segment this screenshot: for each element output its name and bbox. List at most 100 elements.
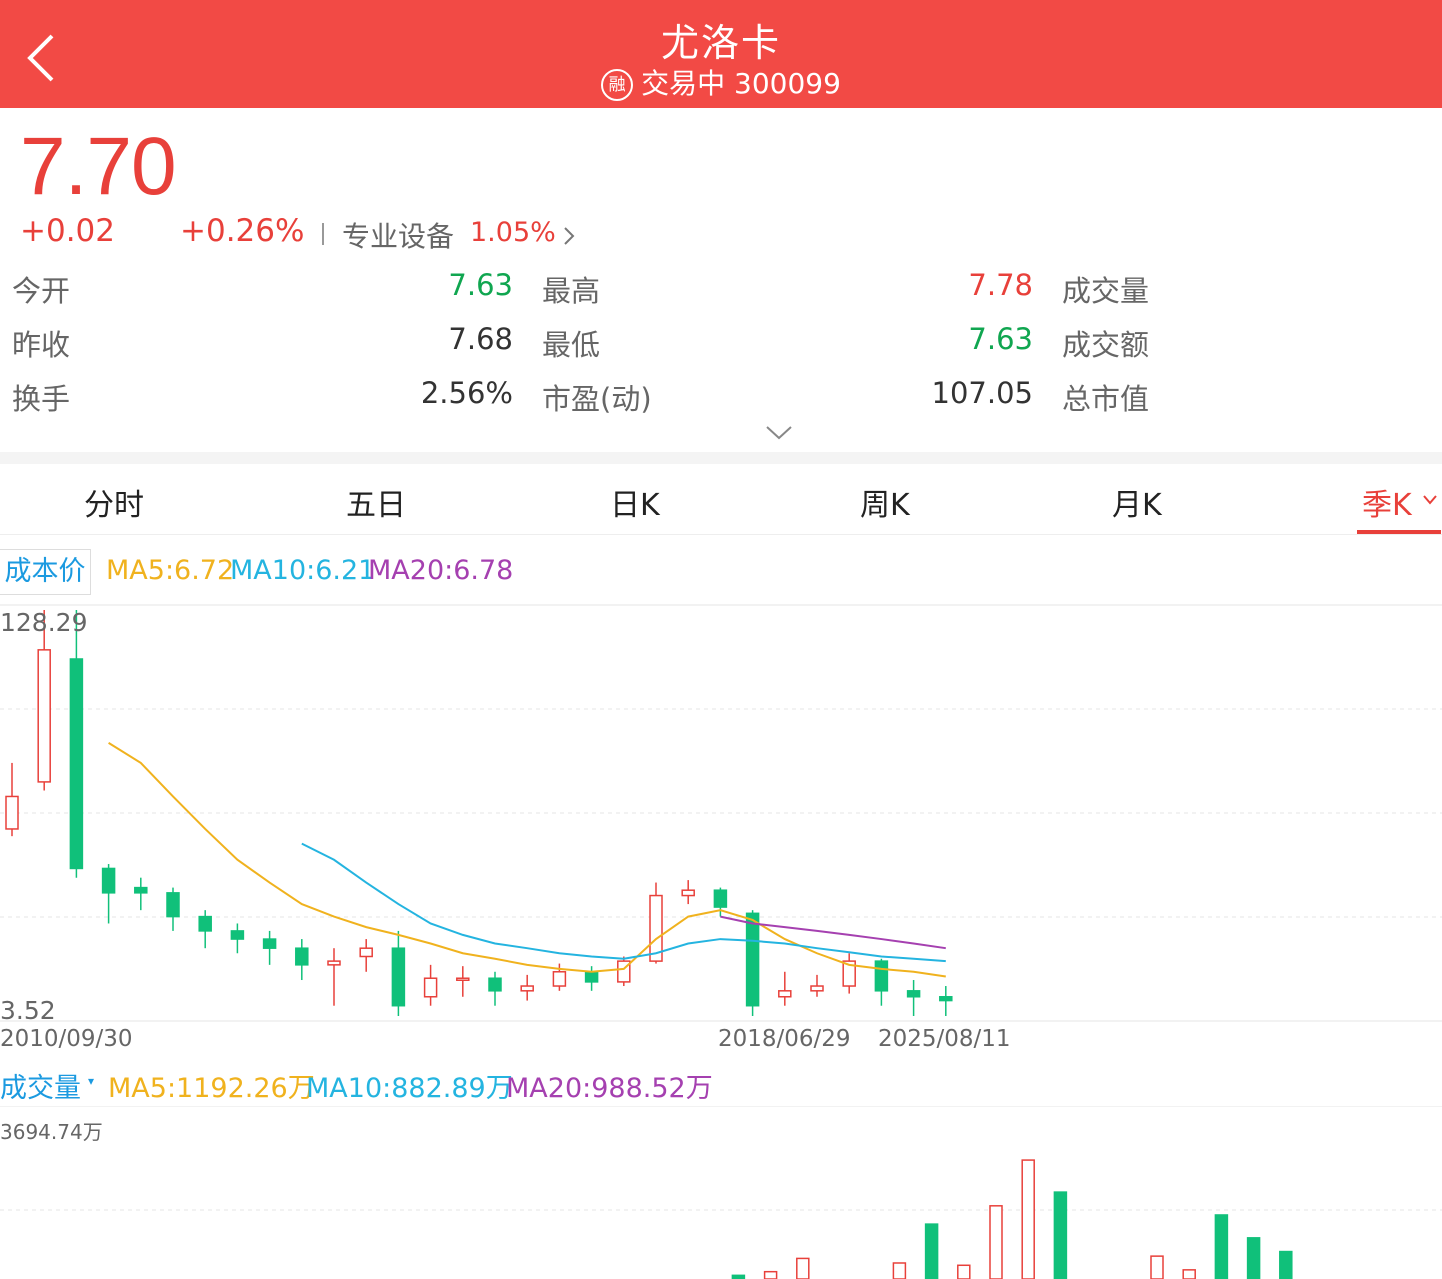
candle <box>681 889 695 897</box>
candle <box>423 977 438 998</box>
stock-name: 尤洛卡 <box>660 21 781 65</box>
volume-indicator-label[interactable]: 成交量 <box>0 1066 81 1105</box>
candle <box>391 947 406 1007</box>
tab-intraday[interactable]: 分时 <box>84 480 144 524</box>
stats-row-1: 今开 7.63 最高 7.78 成交量 <box>0 268 1442 318</box>
kline-ma5: MA5:6.72 <box>106 555 235 586</box>
volume-bar <box>1279 1250 1293 1279</box>
turnover-label: 换手 <box>12 382 71 416</box>
candle <box>874 960 889 992</box>
price-change-pct: +0.26% <box>180 213 305 249</box>
turnover-value: 2.56% <box>420 376 513 410</box>
pe-label: 市盈(动) <box>542 382 652 416</box>
kline-min-label: 3.52 <box>0 996 56 1025</box>
low-label: 最低 <box>542 328 601 362</box>
volume-bar <box>1021 1159 1035 1279</box>
candle <box>584 971 599 983</box>
open-label: 今开 <box>12 274 71 308</box>
candle <box>713 889 728 908</box>
active-tab-indicator <box>1357 530 1441 534</box>
volume-ma20: MA20:988.52万 <box>506 1073 713 1104</box>
kline-max-label: 128.29 <box>0 608 88 637</box>
volume-bar <box>1182 1269 1196 1279</box>
kline-date-end: 2025/08/11 <box>878 1026 1011 1052</box>
kline-date-mid: 2018/06/29 <box>718 1026 851 1052</box>
stats-row-2: 昨收 7.68 最低 7.63 成交额 <box>0 322 1442 372</box>
candle <box>262 938 277 949</box>
high-value: 7.78 <box>968 268 1033 302</box>
low-value: 7.63 <box>968 322 1033 356</box>
tab-five-day[interactable]: 五日 <box>346 480 406 524</box>
prev-close-label: 昨收 <box>12 328 71 362</box>
stock-subtitle: 融交易中 300099 <box>0 62 1442 102</box>
high-label: 最高 <box>542 274 601 308</box>
candle <box>488 977 502 992</box>
tab-weekly-k[interactable]: 周K <box>860 480 910 524</box>
volume-bar <box>1053 1191 1068 1279</box>
kline-ma10: MA10:6.21 <box>230 555 376 586</box>
market-cap-label: 总市值 <box>1062 382 1150 416</box>
trading-status: 交易中 <box>641 67 726 100</box>
chevron-right-icon[interactable] <box>562 225 576 247</box>
candle <box>778 990 792 998</box>
volume-bar <box>1214 1214 1229 1279</box>
kline-date-start: 2010/09/30 <box>0 1026 133 1052</box>
candle <box>166 892 180 918</box>
candle <box>939 996 953 1002</box>
volume-bar <box>892 1262 907 1279</box>
top-header: 尤洛卡 融交易中 300099 <box>0 0 1442 108</box>
candle <box>327 960 341 966</box>
candle <box>552 971 567 987</box>
candle <box>69 658 84 870</box>
divider <box>322 223 324 245</box>
candle <box>198 915 212 932</box>
margin-badge-icon: 融 <box>601 69 634 101</box>
candle <box>359 947 373 958</box>
volume-bar <box>1150 1255 1164 1279</box>
candle <box>906 990 921 998</box>
volume-bar <box>924 1223 939 1279</box>
sector-change-pct[interactable]: 1.05% <box>470 217 556 248</box>
price-change: +0.02 <box>20 213 115 249</box>
prev-close-value: 7.68 <box>448 322 513 356</box>
volume-bar <box>796 1257 810 1279</box>
chevron-down-icon[interactable] <box>764 424 794 442</box>
volume-ma10: MA10:882.89万 <box>306 1073 513 1104</box>
candle <box>5 795 19 830</box>
kline-ma20: MA20:6.78 <box>368 555 514 586</box>
sector-name[interactable]: 专业设备 <box>342 215 454 255</box>
cost-price-button[interactable]: 成本价 <box>0 549 91 595</box>
tab-daily-k[interactable]: 日K <box>610 480 660 524</box>
volume-label: 成交量 <box>1062 274 1150 308</box>
volume-bar <box>763 1270 778 1279</box>
ma5-line <box>108 741 946 978</box>
candle <box>295 947 309 966</box>
stock-code: 300099 <box>734 67 841 100</box>
volume-bar <box>731 1274 746 1279</box>
current-price: 7.70 <box>20 121 177 212</box>
kline-chart[interactable] <box>0 596 1442 1024</box>
volume-bar <box>1246 1237 1261 1279</box>
candle <box>101 867 116 894</box>
candle <box>520 985 534 992</box>
volume-ma5: MA5:1192.26万 <box>108 1073 315 1104</box>
candle <box>37 649 51 783</box>
dropdown-triangle-icon[interactable]: ▾ <box>88 1074 94 1088</box>
tab-quarterly-k[interactable]: 季K <box>1362 480 1412 524</box>
pe-value: 107.05 <box>931 376 1033 410</box>
open-value: 7.63 <box>448 268 513 302</box>
volume-bar <box>989 1205 1003 1279</box>
candle <box>456 977 470 981</box>
stats-row-3: 换手 2.56% 市盈(动) 107.05 总市值 <box>0 376 1442 426</box>
candle <box>230 930 245 940</box>
volume-bar <box>957 1264 971 1279</box>
amount-label: 成交额 <box>1062 328 1150 362</box>
candle <box>810 985 824 992</box>
candle <box>134 886 148 894</box>
chevron-down-icon[interactable] <box>1422 494 1438 506</box>
section-divider <box>0 452 1442 464</box>
chart-tabs: 分时 五日 日K 周K 月K 季K <box>0 464 1442 535</box>
volume-chart[interactable] <box>0 1106 1442 1279</box>
candle <box>745 912 760 1007</box>
tab-monthly-k[interactable]: 月K <box>1112 480 1162 524</box>
